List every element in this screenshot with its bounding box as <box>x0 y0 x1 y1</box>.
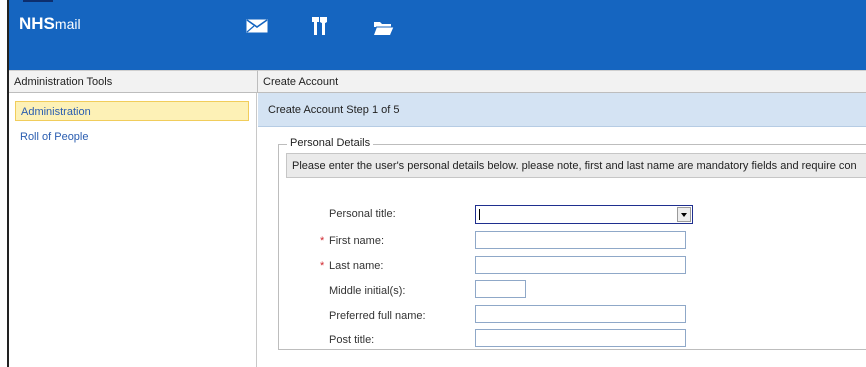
left-panel-title: Administration Tools <box>14 76 113 88</box>
logo-sub: mail <box>54 16 81 32</box>
last-name-field[interactable] <box>475 256 686 274</box>
main-panel-title: Create Account <box>263 76 339 88</box>
folder-icon[interactable] <box>373 18 395 39</box>
last-name-label: Last name: <box>329 260 384 272</box>
post-title-label: Post title: <box>329 334 375 346</box>
personal-title-label: Personal title: <box>329 208 396 220</box>
tab-strip <box>23 0 53 2</box>
required-marker: * <box>320 260 325 272</box>
first-name-label: First name: <box>329 235 385 247</box>
step-indicator-bar: Create Account Step 1 of 5 <box>258 93 866 127</box>
sidebar-item-administration[interactable]: Administration <box>15 101 249 121</box>
text-caret <box>479 209 480 220</box>
chevron-down-icon[interactable] <box>677 207 691 222</box>
preferred-full-name-field[interactable] <box>475 305 686 323</box>
required-marker: * <box>320 235 325 247</box>
middle-initials-label: Middle initial(s): <box>329 285 406 297</box>
middle-initials-field[interactable] <box>475 280 526 298</box>
info-message-text: Please enter the user's personal details… <box>292 160 857 172</box>
sidebar-item-label: Administration <box>21 106 91 118</box>
mail-icon[interactable] <box>246 18 268 37</box>
preferred-full-name-label: Preferred full name: <box>329 310 426 322</box>
top-banner: NHSmail <box>9 0 866 70</box>
sidebar-item-label: Roll of People <box>20 131 89 143</box>
info-message: Please enter the user's personal details… <box>286 153 866 178</box>
tools-icon[interactable] <box>311 16 329 39</box>
nhsmail-logo: NHSmail <box>19 14 81 34</box>
left-panel-header: Administration Tools <box>9 70 257 93</box>
step-indicator: Create Account Step 1 of 5 <box>268 104 400 116</box>
main-panel-header: Create Account <box>257 70 866 93</box>
logo-main: NHS <box>19 14 55 33</box>
post-title-field[interactable] <box>475 329 686 347</box>
personal-title-select[interactable] <box>475 205 693 224</box>
left-sidebar: Administration Roll of People <box>9 93 257 367</box>
first-name-field[interactable] <box>475 231 686 249</box>
fieldset-legend: Personal Details <box>287 137 374 149</box>
sidebar-item-roll-of-people[interactable]: Roll of People <box>15 127 249 147</box>
